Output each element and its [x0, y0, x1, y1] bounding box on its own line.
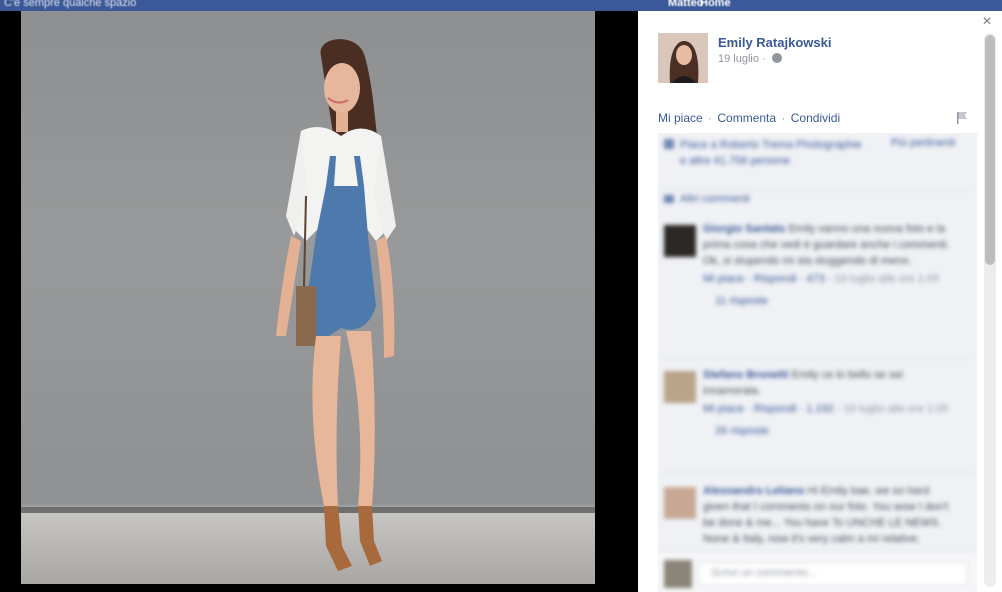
comment-bubble-icon	[664, 195, 674, 203]
action-separator: ·	[781, 111, 786, 125]
comment-input[interactable]: Scrivi un commento...	[698, 562, 968, 586]
comment-like-link[interactable]: Mi piace	[703, 403, 744, 415]
post-side-panel: × Emily Ratajkowski 19 luglio · Mi piace…	[638, 11, 1002, 592]
comment-like-link[interactable]: Mi piace	[703, 273, 744, 285]
comment-likes-count[interactable]: 1.192	[806, 403, 834, 415]
view-replies-link[interactable]: 11 risposte	[715, 295, 958, 307]
commenter-name[interactable]: Giorgio Santato	[703, 223, 786, 235]
commenter-name[interactable]: Alessandro Leliano	[703, 485, 804, 497]
comment-button[interactable]: Commenta	[717, 111, 776, 125]
woman-figure	[276, 39, 396, 571]
commenter-name[interactable]: Stefano Brunetti	[703, 369, 789, 381]
post-actions: Mi piace · Commenta · Condividi	[658, 111, 840, 125]
view-previous-comments[interactable]: Altri commenti	[680, 193, 750, 205]
most-relevant-dropdown[interactable]: Più pertinenti	[891, 137, 955, 149]
flag-icon[interactable]	[955, 111, 969, 125]
comments-section: Piace a Roberto Trema Photographie e alt…	[658, 133, 977, 592]
comment-composer: Scrivi un commento...	[658, 551, 977, 592]
comment-body: Giorgio Santato Emily vanno una nuova fo…	[703, 221, 958, 307]
comment-reply-link[interactable]: Rispondi	[754, 273, 797, 285]
background-bar-home: Home	[700, 0, 731, 9]
view-replies-link[interactable]: 26 risposte	[715, 425, 958, 437]
comment-reply-link[interactable]: Rispondi	[754, 403, 797, 415]
thumbs-up-icon	[664, 139, 674, 149]
commenter-avatar[interactable]	[664, 371, 696, 403]
comment-time[interactable]: 19 luglio alle ore 1:05	[834, 273, 939, 285]
comment-item: Stefano Brunetti Emily ce lo bello se se…	[658, 367, 977, 477]
photo-stage	[0, 11, 638, 592]
like-button[interactable]: Mi piace	[658, 111, 703, 125]
divider	[662, 473, 973, 474]
divider	[662, 189, 973, 190]
likes-summary[interactable]: Piace a Roberto Trema Photographie e alt…	[680, 137, 870, 169]
background-top-bar: C'è sempre qualche spazio Matteo Home	[0, 0, 1002, 11]
likes-summary-row: Piace a Roberto Trema Photographie e alt…	[658, 133, 977, 208]
scrollbar-thumb[interactable]	[985, 35, 995, 265]
comment-item: Alessandro Leliano Hi Emily bae, we so h…	[658, 483, 977, 549]
comment-item: Giorgio Santato Emily vanno una nuova fo…	[658, 221, 977, 361]
action-separator: ·	[708, 111, 713, 125]
share-button[interactable]: Condividi	[791, 111, 840, 125]
post-date-line: 19 luglio ·	[718, 53, 782, 65]
author-avatar-image	[658, 33, 708, 83]
comment-meta: Mi piace · Rispondi · 1.192 · 19 luglio …	[703, 403, 949, 415]
close-icon[interactable]: ×	[978, 13, 996, 31]
background-bar-text: C'è sempre qualche spazio	[4, 0, 137, 9]
author-avatar[interactable]	[658, 33, 708, 83]
comment-time[interactable]: 19 luglio alle ore 1:05	[844, 403, 949, 415]
globe-icon	[771, 53, 782, 63]
commenter-avatar[interactable]	[664, 487, 696, 519]
comment-likes-count[interactable]: 473	[806, 273, 824, 285]
commenter-avatar[interactable]	[664, 225, 696, 257]
post-author-name[interactable]: Emily Ratajkowski	[718, 35, 831, 50]
comment-meta: Mi piace · Rispondi · 473 · 19 luglio al…	[703, 273, 940, 285]
date-separator: ·	[762, 53, 766, 65]
divider	[662, 357, 973, 358]
comment-body: Stefano Brunetti Emily ce lo bello se se…	[703, 367, 958, 437]
comment-body: Alessandro Leliano Hi Emily bae, we so h…	[703, 483, 958, 547]
background-bar-user: Matteo	[668, 0, 704, 9]
post-date[interactable]: 19 luglio	[718, 53, 759, 65]
post-photo[interactable]	[21, 11, 595, 584]
panel-scrollbar[interactable]	[984, 33, 996, 587]
current-user-avatar	[664, 560, 692, 588]
comment-input-placeholder: Scrivi un commento...	[711, 567, 817, 579]
